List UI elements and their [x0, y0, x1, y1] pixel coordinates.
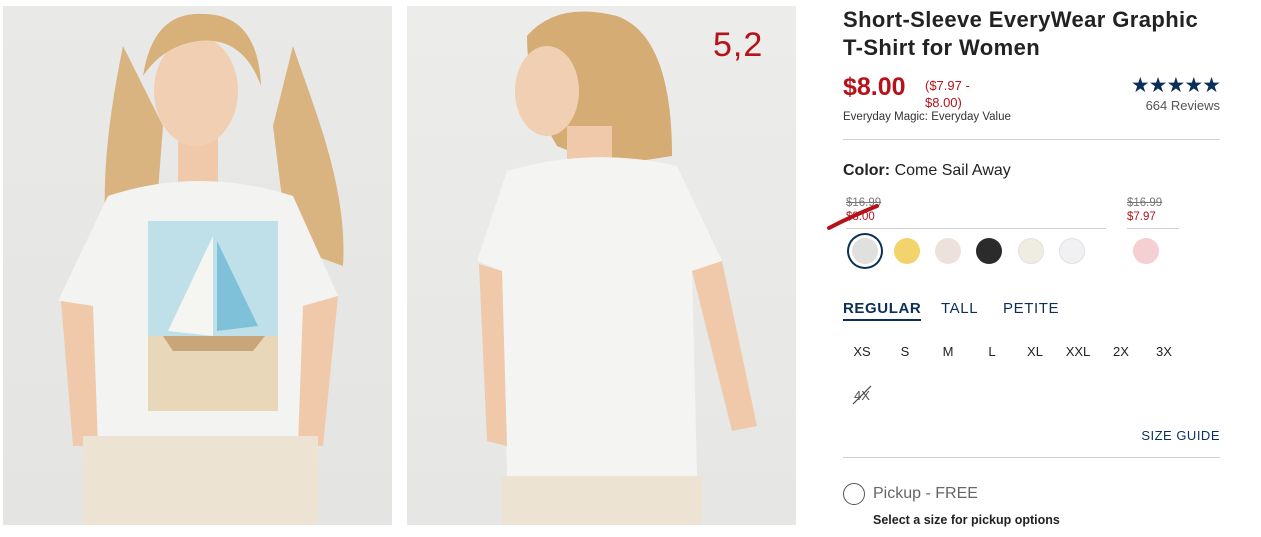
size-l[interactable]: L	[974, 344, 1010, 359]
size-xs[interactable]: XS	[844, 344, 880, 359]
pickup-hint: Select a size for pickup options	[873, 513, 1060, 527]
size-xxl[interactable]: XXL	[1060, 344, 1096, 359]
annotation-label: 5,2	[713, 26, 764, 64]
swatch-pink-tie-dye[interactable]	[1133, 238, 1159, 264]
unavailable-x-icon	[852, 385, 872, 405]
size-m[interactable]: M	[930, 344, 966, 359]
divider	[843, 139, 1220, 140]
size-guide-link[interactable]: SIZE GUIDE	[1141, 428, 1220, 443]
tab-tall[interactable]: TALL	[941, 300, 978, 317]
product-image-front[interactable]	[3, 6, 392, 525]
swatch-cream[interactable]	[1018, 238, 1044, 264]
tab-regular[interactable]: REGULAR	[843, 300, 922, 321]
model-front-illustration	[58, 13, 344, 525]
color-label-prefix: Color:	[843, 162, 891, 179]
price-range: ($7.97 - $8.00)	[925, 78, 970, 110]
swatch-yellow[interactable]	[894, 238, 920, 264]
color-label: Color: Come Sail Away	[843, 162, 1011, 180]
color-group-price: $16.99 $7.97	[1127, 196, 1162, 224]
model-back-illustration	[477, 11, 757, 525]
price-tagline: Everyday Magic: Everyday Value	[843, 111, 1011, 123]
size-2x[interactable]: 2X	[1103, 344, 1139, 359]
pickup-label[interactable]: Pickup - FREE	[873, 485, 978, 503]
color-group-line	[1127, 228, 1179, 229]
color-name: Come Sail Away	[894, 162, 1011, 179]
size-3x[interactable]: 3X	[1146, 344, 1182, 359]
sale-price: $8.00	[843, 73, 906, 101]
old-price: $16.99	[1127, 197, 1163, 209]
size-xl[interactable]: XL	[1017, 344, 1053, 359]
swatch-blush[interactable]	[935, 238, 961, 264]
rating-stars[interactable]: ★★★★★	[1131, 73, 1221, 98]
new-price: $7.97	[1127, 211, 1156, 223]
product-title: Short-Sleeve EveryWear Graphic T-Shirt f…	[843, 7, 1199, 60]
size-s[interactable]: S	[887, 344, 923, 359]
swatch-come-sail-away[interactable]	[852, 238, 878, 264]
swatch-white[interactable]	[1059, 238, 1085, 264]
reviews-link[interactable]: 664 Reviews	[1146, 98, 1220, 113]
color-group-line	[846, 228, 1106, 229]
pickup-radio[interactable]	[843, 483, 865, 505]
divider	[843, 457, 1220, 458]
product-image-back[interactable]	[407, 6, 796, 525]
tab-petite[interactable]: PETITE	[1003, 300, 1059, 317]
swatch-black[interactable]	[976, 238, 1002, 264]
